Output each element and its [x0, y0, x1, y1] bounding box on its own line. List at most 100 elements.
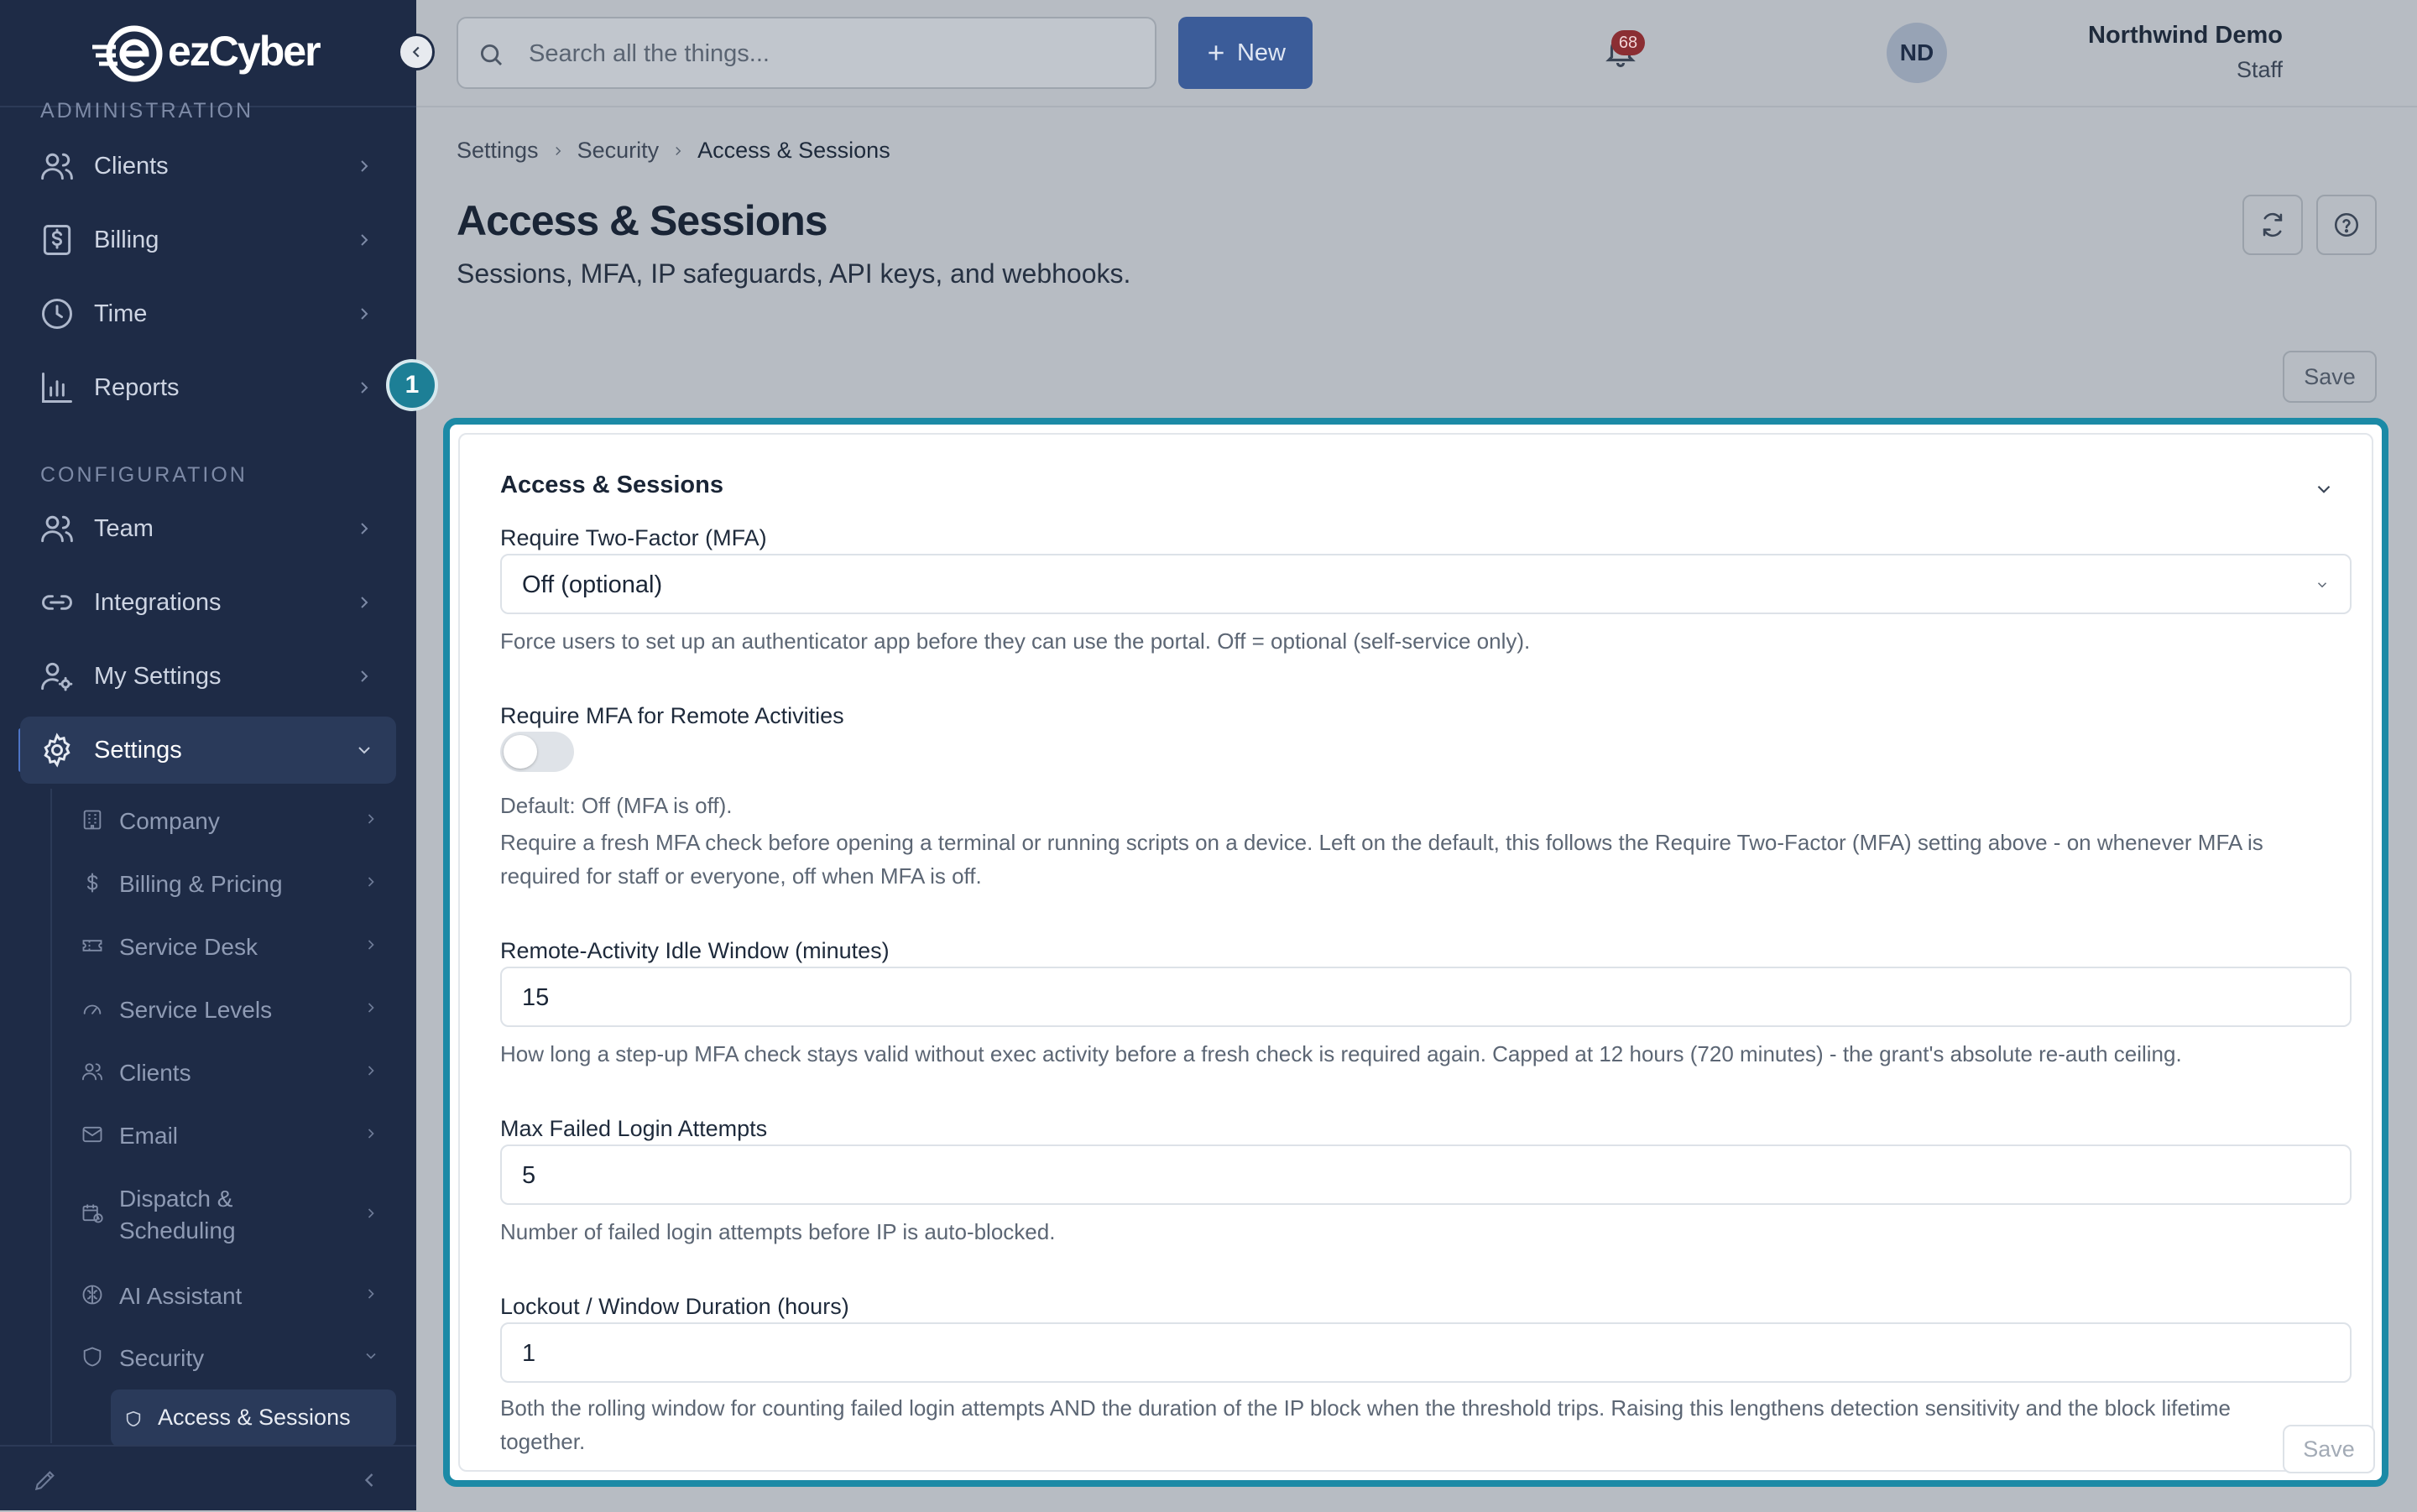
sidebar-subitem-security[interactable]: Security: [74, 1331, 398, 1381]
breadcrumb-settings[interactable]: Settings: [457, 138, 539, 164]
lockout-duration-input[interactable]: 1: [500, 1322, 2352, 1383]
sidebar-item-settings[interactable]: Settings: [20, 717, 396, 784]
dollar-receipt-icon: [43, 225, 71, 255]
sidebar-subitem-dispatch-scheduling[interactable]: Dispatch & Scheduling: [74, 1171, 398, 1255]
remote-mfa-help: Require a fresh MFA check before opening…: [500, 830, 2263, 889]
page-title: Access & Sessions: [457, 197, 828, 244]
help-icon: [2334, 212, 2359, 237]
step-badge: 1: [386, 359, 438, 411]
lockout-duration-value: 1: [522, 1340, 536, 1367]
idle-window-input[interactable]: 15: [500, 967, 2352, 1027]
failed-attempts-input[interactable]: 5: [500, 1144, 2352, 1205]
chevron-left-icon: [412, 46, 420, 58]
sidebar-collapse-button[interactable]: [398, 34, 435, 70]
sidebar-subitem-clients[interactable]: Clients: [74, 1045, 398, 1096]
mfa-select[interactable]: Off (optional): [500, 554, 2352, 614]
sidebar-item-time[interactable]: Time: [20, 280, 396, 347]
toggle-knob: [504, 735, 537, 769]
lockout-duration-label: Lockout / Window Duration (hours): [500, 1294, 849, 1319]
chevron-right-icon: [368, 1289, 374, 1299]
sidebar-subitem-label: Company: [119, 808, 220, 834]
section-label-configuration: CONFIGURATION: [40, 463, 248, 487]
settings-card: Access & Sessions Require Two-Factor (MF…: [443, 418, 2388, 1487]
new-button[interactable]: New: [1178, 17, 1313, 89]
user-role: Staff: [2236, 57, 2283, 82]
save-button-bottom[interactable]: Save: [2283, 1425, 2375, 1473]
breadcrumb-security[interactable]: Security: [577, 138, 660, 164]
breadcrumb: Settings Security Access & Sessions: [457, 138, 890, 164]
chevron-right-icon: [555, 146, 561, 155]
chevron-down-icon: [2317, 582, 2327, 588]
users-icon: [41, 153, 73, 180]
logo[interactable]: ezCyber: [0, 0, 416, 107]
chevron-right-icon: [368, 940, 374, 950]
sidebar-subitem-label: Clients: [119, 1060, 191, 1086]
sidebar-item-clients[interactable]: Clients: [20, 133, 396, 200]
users-icon: [81, 1063, 103, 1081]
sidebar-item-team[interactable]: Team: [20, 495, 396, 562]
brain-icon: [82, 1285, 102, 1305]
sidebar-subitem-label: AI Assistant: [119, 1283, 243, 1309]
sidebar-subitem-label: Service Levels: [119, 997, 273, 1023]
remote-mfa-toggle[interactable]: [500, 732, 574, 772]
sidebar-subitem-label: Access & Sessions: [158, 1405, 351, 1430]
search-input[interactable]: [527, 34, 1135, 74]
shield-icon: [126, 1410, 141, 1427]
refresh-icon: [2263, 212, 2283, 237]
pencil-icon[interactable]: [32, 1467, 59, 1494]
avatar[interactable]: ND: [1887, 23, 1947, 83]
sidebar: ezCyber ADMINISTRATION Clients Billing T…: [0, 0, 416, 1510]
lockout-duration-help: Both the rolling window for counting fai…: [500, 1395, 2231, 1454]
chevron-right-icon: [368, 1003, 374, 1013]
search-box[interactable]: [457, 17, 1156, 89]
sidebar-subitem-label: Security: [119, 1345, 205, 1371]
sidebar-item-label: Team: [94, 514, 154, 542]
sidebar-subitem-billing-pricing[interactable]: Billing & Pricing: [74, 857, 398, 907]
mfa-help: Force users to set up an authenticator a…: [500, 628, 1531, 654]
user-name: Northwind Demo: [2088, 22, 2283, 49]
idle-window-help: How long a step-up MFA check stays valid…: [500, 1041, 2182, 1066]
page-subtitle: Sessions, MFA, IP safeguards, API keys, …: [457, 258, 1131, 289]
chevron-down-icon[interactable]: [2313, 478, 2335, 500]
save-button-top[interactable]: Save: [2283, 351, 2377, 403]
collapse-left-icon[interactable]: [358, 1468, 381, 1492]
sidebar-subitem-service-levels[interactable]: Service Levels: [74, 983, 398, 1033]
breadcrumb-current: Access & Sessions: [697, 138, 890, 163]
mfa-select-value: Off (optional): [522, 571, 663, 598]
shield-icon: [83, 1347, 102, 1367]
sidebar-item-billing[interactable]: Billing: [20, 206, 396, 274]
sidebar-item-reports[interactable]: Reports: [20, 354, 396, 421]
link-icon: [42, 595, 72, 610]
sidebar-subitem-company[interactable]: Company: [74, 794, 398, 844]
notification-badge: 68: [1611, 30, 1645, 55]
sidebar-item-integrations[interactable]: Integrations: [20, 569, 396, 636]
idle-window-label: Remote-Activity Idle Window (minutes): [500, 938, 890, 963]
dollar-icon: [86, 873, 98, 893]
sidebar-item-label: Time: [94, 300, 148, 327]
chevron-right-icon: [361, 597, 368, 608]
chevron-down-icon: [366, 1353, 376, 1359]
chevron-right-icon: [361, 382, 368, 394]
help-button[interactable]: [2316, 195, 2377, 255]
sidebar-item-my-settings[interactable]: My Settings: [20, 643, 396, 710]
top-header: New: [416, 0, 2417, 107]
refresh-button[interactable]: [2242, 195, 2303, 255]
clock-icon: [42, 299, 72, 329]
users-icon: [41, 515, 73, 543]
sidebar-subitem-access-sessions[interactable]: Access & Sessions: [111, 1389, 396, 1447]
failed-attempts-value: 5: [522, 1162, 536, 1189]
sidebar-subitem-email[interactable]: Email: [74, 1108, 398, 1159]
sidebar-subitem-label: Service Desk: [119, 934, 258, 960]
chevron-right-icon: [361, 234, 368, 246]
chevron-right-icon: [361, 670, 368, 682]
sidebar-subitem-ai-assistant[interactable]: AI Assistant: [74, 1269, 398, 1319]
gear-icon: [44, 733, 70, 768]
sidebar-item-label: My Settings: [94, 662, 222, 690]
sidebar-subitem-label: Dispatch & Scheduling: [119, 1186, 236, 1243]
idle-window-value: 15: [522, 984, 550, 1011]
chevron-right-icon: [676, 146, 681, 155]
sidebar-subitem-service-desk[interactable]: Service Desk: [74, 920, 398, 970]
remote-mfa-label: Require MFA for Remote Activities: [500, 703, 844, 728]
new-button-label: New: [1236, 39, 1286, 66]
submenu-guide-line: [50, 789, 52, 1443]
